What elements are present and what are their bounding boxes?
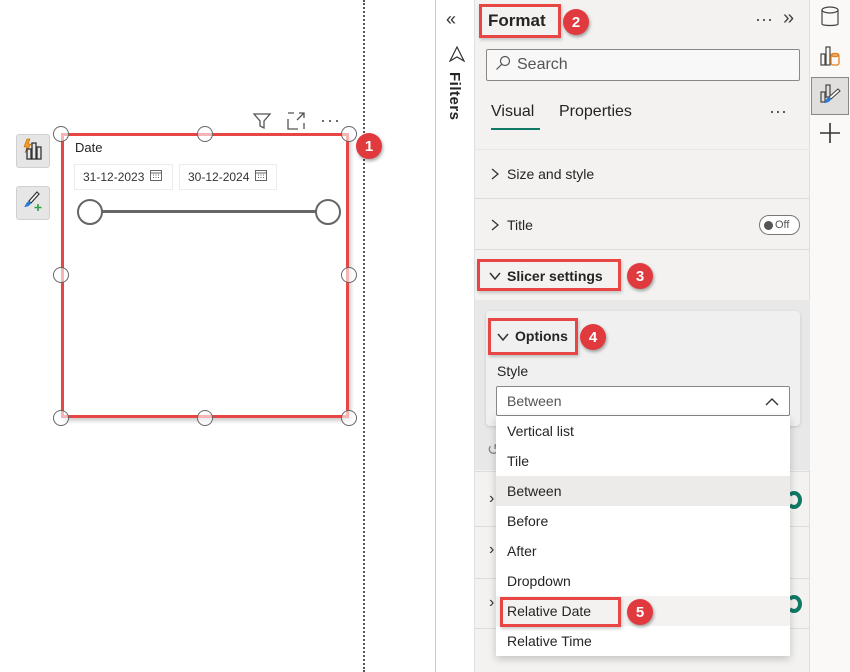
- resize-handle-right[interactable]: [341, 267, 357, 283]
- chevron-right-icon: [489, 168, 501, 180]
- build-visual-icon: [818, 43, 842, 72]
- tab-visual[interactable]: Visual: [491, 103, 534, 121]
- add-pane-button[interactable]: [811, 116, 849, 154]
- build-visual-button[interactable]: [16, 134, 50, 168]
- annotation-badge-3: 3: [627, 263, 653, 289]
- section-label: Size and style: [507, 166, 595, 182]
- highlight-box-slicer-settings: [477, 259, 621, 291]
- end-date-value: 30-12-2024: [188, 170, 250, 184]
- style-option-after[interactable]: After: [496, 536, 790, 566]
- resize-handle-bottom[interactable]: [197, 410, 213, 426]
- style-label: Style: [497, 363, 529, 379]
- visual-header: ···: [252, 110, 341, 131]
- powerbi-report-editor: ··· Date 31-12-2023 30-12-2024 1 « Filte…: [0, 0, 850, 672]
- style-option-dropdown[interactable]: Dropdown: [496, 566, 790, 596]
- style-option-relative-time[interactable]: Relative Time: [496, 626, 790, 656]
- add-icon: [819, 122, 841, 149]
- annotation-badge-5: 5: [627, 599, 653, 625]
- highlight-box-options: [488, 318, 578, 355]
- toggle-knob: [764, 220, 773, 230]
- chevron-right-icon: ›: [489, 594, 495, 611]
- double-chevron-left-icon[interactable]: «: [446, 9, 456, 30]
- resize-handle-top-left[interactable]: [53, 126, 69, 142]
- build-visual-icon: [21, 137, 45, 166]
- style-dropdown[interactable]: Between: [496, 386, 790, 416]
- tabs-more-options-icon[interactable]: ···: [769, 101, 787, 122]
- start-date-input[interactable]: 31-12-2023: [74, 164, 173, 190]
- focus-mode-icon[interactable]: [286, 111, 306, 131]
- search-placeholder: Search: [517, 56, 568, 73]
- range-end-thumb[interactable]: [315, 199, 341, 225]
- style-option-between[interactable]: Between: [496, 476, 790, 506]
- format-visual-pane-button[interactable]: [811, 77, 849, 115]
- style-option-vertical-list[interactable]: Vertical list: [496, 416, 790, 446]
- format-paintbrush-icon: [21, 189, 45, 218]
- chevron-right-icon: ›: [489, 490, 495, 507]
- active-tab-indicator: [491, 128, 540, 130]
- more-options-icon[interactable]: ···: [320, 110, 341, 131]
- highlight-box-format: [479, 4, 561, 38]
- data-icon: [820, 5, 840, 34]
- data-pane-button[interactable]: [811, 0, 849, 38]
- pane-more-options-icon[interactable]: ···: [755, 9, 773, 30]
- filters-label[interactable]: Filters: [446, 72, 463, 121]
- toggle-label: Off: [775, 219, 790, 231]
- chevron-up-icon: [765, 393, 779, 409]
- page-boundary-line: [363, 0, 365, 672]
- calendar-icon[interactable]: [255, 170, 268, 184]
- chevron-right-icon: [489, 219, 501, 231]
- resize-handle-bottom-left[interactable]: [53, 410, 69, 426]
- date-range-track[interactable]: [90, 210, 328, 213]
- format-visual-icon: [818, 82, 842, 111]
- style-option-before[interactable]: Before: [496, 506, 790, 536]
- chevron-right-icon: ›: [489, 541, 495, 558]
- double-chevron-right-icon[interactable]: »: [783, 7, 794, 30]
- filter-icon: [448, 45, 466, 67]
- annotation-badge-1: 1: [356, 133, 382, 159]
- resize-handle-top-right[interactable]: [341, 126, 357, 142]
- tab-properties[interactable]: Properties: [559, 103, 632, 121]
- section-size-and-style[interactable]: Size and style: [475, 149, 810, 199]
- search-input[interactable]: Search: [486, 49, 800, 81]
- annotation-badge-2: 2: [563, 9, 589, 35]
- start-date-value: 31-12-2023: [83, 170, 145, 184]
- range-start-thumb[interactable]: [77, 199, 103, 225]
- search-icon: [495, 55, 511, 76]
- calendar-icon[interactable]: [150, 170, 163, 184]
- resize-handle-left[interactable]: [53, 267, 69, 283]
- title-toggle[interactable]: Off: [759, 215, 800, 235]
- format-visual-button[interactable]: [16, 186, 50, 220]
- end-date-input[interactable]: 30-12-2024: [179, 164, 277, 190]
- style-dropdown-value: Between: [507, 393, 562, 409]
- style-option-tile[interactable]: Tile: [496, 446, 790, 476]
- resize-handle-bottom-right[interactable]: [341, 410, 357, 426]
- build-visual-pane-button[interactable]: [811, 38, 849, 76]
- highlight-box-relative-date: [500, 597, 621, 627]
- slicer-title: Date: [75, 140, 103, 155]
- section-label: Title: [507, 216, 533, 233]
- annotation-badge-4: 4: [580, 324, 606, 350]
- filter-icon[interactable]: [252, 111, 272, 131]
- resize-handle-top[interactable]: [197, 126, 213, 142]
